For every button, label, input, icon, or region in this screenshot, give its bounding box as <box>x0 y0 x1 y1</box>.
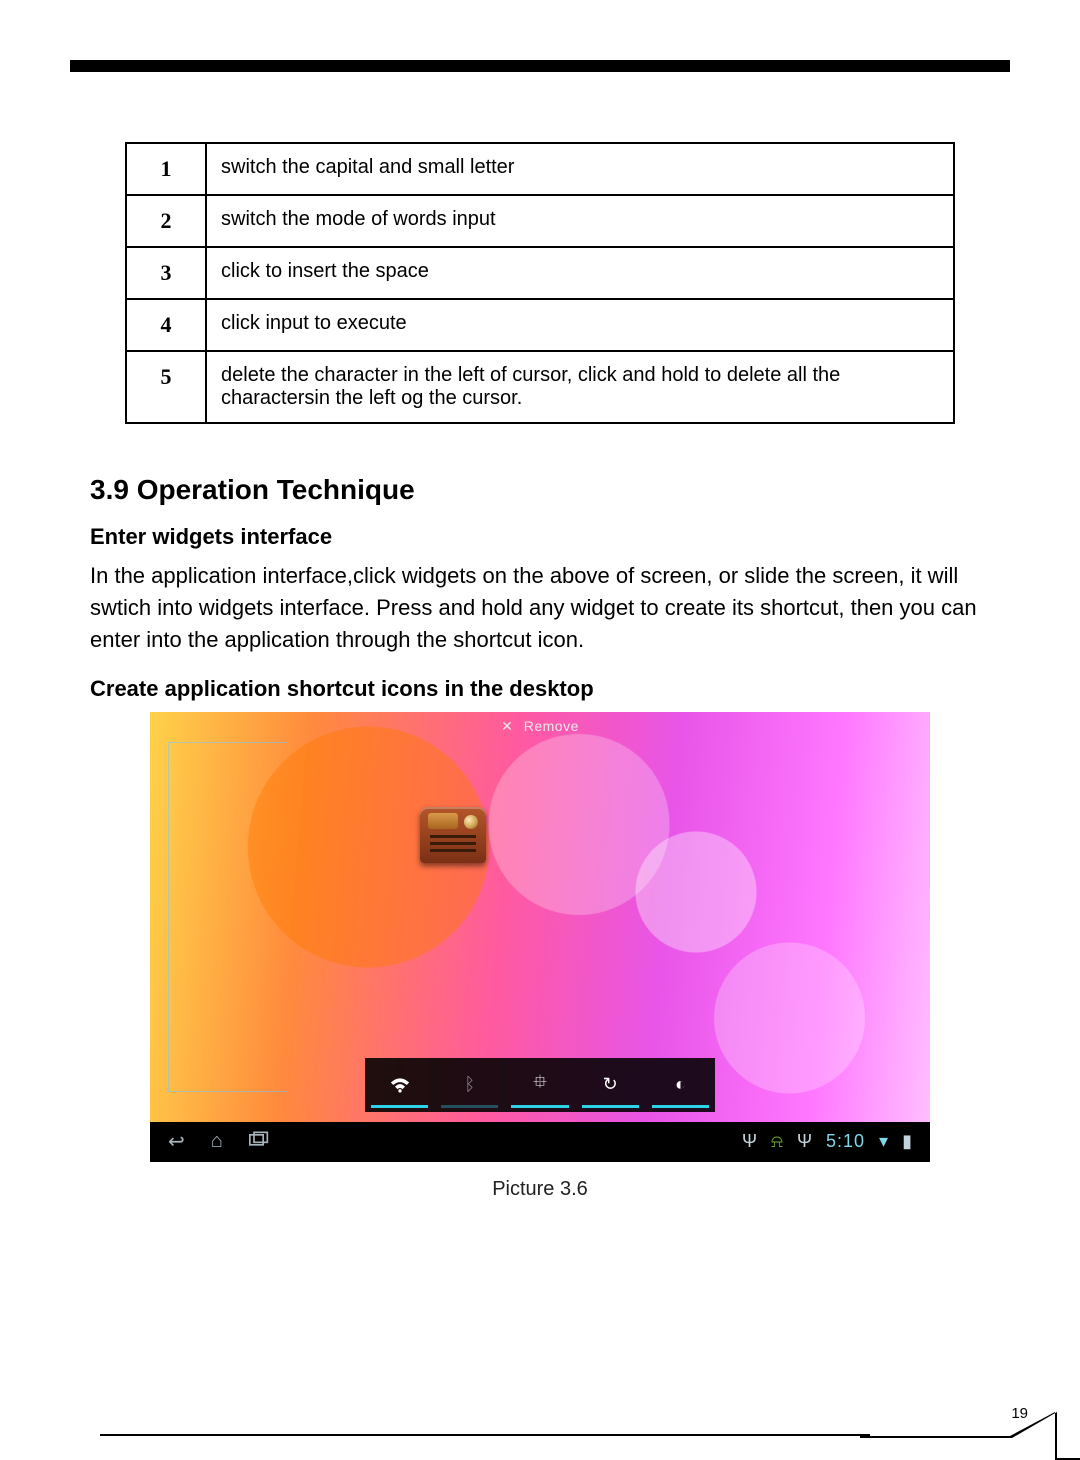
paragraph-widgets: In the application interface,click widge… <box>90 560 990 656</box>
nav-buttons: ↩ ⌂ <box>168 1129 269 1154</box>
row-number: 4 <box>126 299 206 351</box>
row-desc: switch the mode of words input <box>206 195 954 247</box>
recent-button[interactable] <box>249 1130 269 1153</box>
brightness-icon: ◐ <box>675 1074 686 1095</box>
status-area[interactable]: Ψ ⍾ Ψ 5:10 ▾ ▮ <box>742 1131 912 1152</box>
row-desc: switch the capital and small letter <box>206 143 954 195</box>
sync-toggle[interactable]: ↻ <box>575 1058 645 1112</box>
bluetooth-icon: ᛒ <box>464 1074 475 1095</box>
figure-caption: Picture 3.6 <box>150 1178 930 1201</box>
gps-toggle[interactable]: ⯐ <box>504 1058 574 1112</box>
tablet-screenshot: ✕ Remove ᛒ ⯐ ↻ <box>150 712 930 1162</box>
wifi-icon <box>390 1077 410 1093</box>
back-button[interactable]: ↩ <box>168 1129 185 1154</box>
gps-icon: ⯐ <box>533 1070 547 1100</box>
table-row: 3 click to insert the space <box>126 247 954 299</box>
subheading-widgets: Enter widgets interface <box>90 524 1010 550</box>
clock: 5:10 <box>826 1131 865 1152</box>
row-desc: click to insert the space <box>206 247 954 299</box>
table-row: 4 click input to execute <box>126 299 954 351</box>
page-corner-decoration <box>860 1400 1080 1460</box>
wifi-status-icon: ▾ <box>879 1131 888 1152</box>
usb-icon: Ψ <box>742 1131 757 1152</box>
row-desc: delete the character in the left of curs… <box>206 351 954 423</box>
remove-label: Remove <box>524 718 579 734</box>
android-debug-icon: ⍾ <box>771 1131 783 1152</box>
system-bar: ↩ ⌂ Ψ ⍾ Ψ 5:10 ▾ ▮ <box>150 1122 930 1162</box>
table-row: 5 delete the character in the left of cu… <box>126 351 954 423</box>
brightness-toggle[interactable]: ◐ <box>645 1058 715 1112</box>
drop-target-outline <box>168 742 288 1092</box>
battery-icon: ▮ <box>902 1131 912 1152</box>
row-number: 2 <box>126 195 206 247</box>
figure: ✕ Remove ᛒ ⯐ ↻ <box>150 712 930 1201</box>
table-row: 1 switch the capital and small letter <box>126 143 954 195</box>
home-button[interactable]: ⌂ <box>211 1130 223 1153</box>
row-number: 5 <box>126 351 206 423</box>
wifi-toggle[interactable] <box>365 1058 434 1112</box>
sync-icon: ↻ <box>603 1074 618 1095</box>
subheading-shortcut: Create application shortcut icons in the… <box>90 676 1010 702</box>
radio-widget-icon[interactable] <box>420 807 486 863</box>
table-row: 2 switch the mode of words input <box>126 195 954 247</box>
row-number: 1 <box>126 143 206 195</box>
recent-icon <box>249 1131 269 1147</box>
usb-icon: Ψ <box>797 1131 812 1152</box>
remove-bar[interactable]: ✕ Remove <box>150 718 930 735</box>
bluetooth-toggle[interactable]: ᛒ <box>434 1058 504 1112</box>
radio-grille-icon <box>430 835 476 853</box>
row-number: 3 <box>126 247 206 299</box>
row-desc: click input to execute <box>206 299 954 351</box>
quick-settings-panel: ᛒ ⯐ ↻ ◐ <box>365 1058 715 1112</box>
reference-table: 1 switch the capital and small letter 2 … <box>125 142 955 424</box>
header-rule <box>70 60 1010 72</box>
section-heading: 3.9 Operation Technique <box>90 474 1010 506</box>
close-icon: ✕ <box>501 718 513 734</box>
